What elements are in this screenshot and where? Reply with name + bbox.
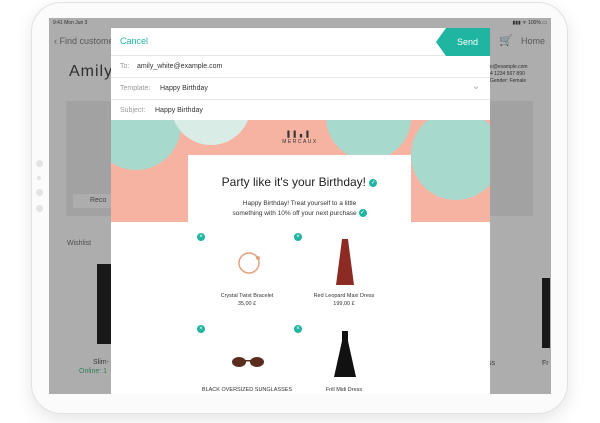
balloon-image [171, 120, 251, 145]
product-name: Red Leopard Maxi Dress [313, 293, 375, 299]
send-button[interactable]: Send [446, 28, 490, 56]
product-price: 199,00 £ [333, 301, 355, 307]
balloon-image [111, 120, 181, 170]
brand-logo: ▌▌▖▌ MERCAUX [278, 131, 322, 145]
product-item[interactable]: × Frill Midi Dress [294, 325, 394, 394]
product-item[interactable]: × Crystal Twist Bracelet 35,00 £ [197, 233, 297, 323]
remove-product-icon[interactable]: × [294, 233, 302, 241]
product-item[interactable]: × BLACK OVERSIZED SUNGLASSES [197, 325, 297, 394]
remove-product-icon[interactable]: × [294, 325, 302, 333]
remove-product-icon[interactable]: × [197, 325, 205, 333]
template-value[interactable]: Happy Birthday [160, 85, 208, 92]
product-name: Crystal Twist Bracelet [220, 293, 274, 299]
chevron-down-icon[interactable]: ⌄ [472, 81, 480, 92]
balloon-image [326, 120, 411, 160]
template-select[interactable]: Template: Happy Birthday ⌄ [111, 78, 490, 100]
balloon-image [411, 120, 490, 200]
template-label: Template: [120, 85, 151, 92]
email-headline: Party like it's your Birthday! ✓ [188, 175, 411, 189]
dress-image [334, 331, 356, 377]
product-price: 35,00 £ [237, 301, 257, 307]
edit-check-icon[interactable]: ✓ [358, 209, 367, 218]
to-label: To: [120, 63, 130, 70]
headline-text: Party like it's your Birthday! [221, 175, 366, 189]
tablet-screen: 9:41 Mon Jun 3 ▮▮▮ ᯤ 100% ▭ ‹ Find custo… [49, 18, 551, 394]
product-name: Frill Midi Dress [325, 387, 363, 393]
cancel-button[interactable]: Cancel [120, 36, 148, 46]
subject-value[interactable]: Happy Birthday [155, 107, 203, 114]
sunglasses-image [232, 357, 264, 367]
to-value[interactable]: amily_white@example.com [137, 63, 222, 70]
bracelet-image [238, 252, 260, 274]
message-line-2: something with 10% off your next purchas… [232, 209, 367, 218]
product-item[interactable]: × Red Leopard Maxi Dress 199,00 £ [294, 233, 394, 323]
to-field[interactable]: To: amily_white@example.com [111, 56, 490, 78]
email-composer-modal: Cancel Send To: amily_white@example.com … [111, 28, 490, 394]
modal-header: Cancel Send [111, 28, 490, 56]
brand-name: MERCAUX [282, 139, 318, 145]
edit-check-icon[interactable]: ✓ [369, 178, 378, 187]
dress-image [336, 239, 354, 285]
tablet-side-buttons [36, 160, 43, 221]
send-button-notch [436, 28, 446, 56]
product-name: BLACK OVERSIZED SUNGLASSES [201, 387, 293, 393]
subject-field[interactable]: Subject: Happy Birthday [111, 100, 490, 122]
email-message: Happy Birthday! Treat yourself to a litt… [188, 199, 411, 219]
message-line-1: Happy Birthday! Treat yourself to a litt… [242, 200, 357, 207]
subject-label: Subject: [120, 107, 146, 114]
email-content-card: Party like it's your Birthday! ✓ Happy B… [188, 155, 411, 394]
remove-product-icon[interactable]: × [197, 233, 205, 241]
